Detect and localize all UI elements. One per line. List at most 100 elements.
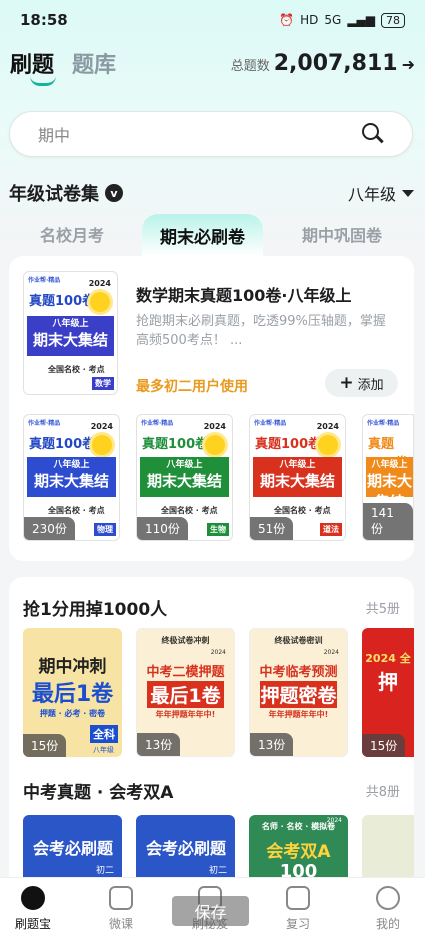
poster-line2: 最后1卷 xyxy=(31,682,114,707)
add-button[interactable]: + 添加 xyxy=(325,369,398,397)
tab-question-bank[interactable]: 题库 xyxy=(72,47,116,79)
top-header: 刷题 题库 总题数 2,007,811 ➜ xyxy=(0,40,425,86)
year-label: 2024 xyxy=(88,279,111,288)
plus-icon: + xyxy=(339,373,354,393)
search-bar[interactable]: 期中 xyxy=(9,111,413,157)
sun-icon xyxy=(205,435,225,455)
featured-card: 作业帮·精品 2024 真题100卷 八年级上 期末大集结 全国名校 · 考点 … xyxy=(9,256,414,561)
profile-icon xyxy=(376,886,400,910)
book-partial[interactable]: 作业帮·精品 真题100卷 八年级上 期末大集结 141份 xyxy=(362,414,414,541)
sub-tabs: 名校月考 期末必刷卷 期中巩固卷 xyxy=(0,214,425,256)
search-placeholder[interactable]: 期中 xyxy=(38,122,70,146)
section3-title: 中考真题 · 会考双A xyxy=(23,783,174,803)
brand-label: 作业帮·精品 xyxy=(367,420,400,427)
section2-count: 共5册 xyxy=(365,602,400,617)
search-icon[interactable] xyxy=(362,123,384,145)
subject-tag: 道法 xyxy=(320,523,342,536)
featured-title[interactable]: 数学期末真题100卷·八年级上 xyxy=(136,282,351,306)
tab-practice-treasure[interactable]: 刷题宝 xyxy=(3,886,63,932)
chevron-down-icon xyxy=(402,189,414,197)
section3-count: 共8册 xyxy=(365,785,400,800)
promo-card: 抢1分用掉1000人 共5册 期中冲刺 最后1卷 押题 · 必考 · 密卷 全科… xyxy=(9,577,414,887)
book-title: 真题100卷 xyxy=(29,294,96,309)
tab-review[interactable]: 复习 xyxy=(268,886,328,932)
section2-header[interactable]: 抢1分用掉1000人 共5册 xyxy=(23,595,400,620)
book-biology[interactable]: 作业帮·精品 2024 真题100卷 八年级上 期末大集结 全国名校 · 考点 … xyxy=(136,414,233,541)
tab-micro-lesson[interactable]: 微课 xyxy=(91,886,151,932)
poster-count: 13份 xyxy=(250,733,294,756)
tab-label: 微课 xyxy=(108,917,133,931)
cover-main: 期末大集结 xyxy=(146,472,222,490)
poster-badge-grade: 八年级 xyxy=(93,746,114,754)
poster-count: 15份 xyxy=(362,734,406,757)
poster-partial[interactable]: 2024 全 押 15份 xyxy=(362,628,414,757)
network-label: HD xyxy=(300,13,319,27)
poster-midterm-sprint[interactable]: 期中冲刺 最后1卷 押题 · 必考 · 密卷 全科 八年级 15份 xyxy=(23,628,122,757)
cover-grade: 八年级上 xyxy=(166,460,203,470)
cover-band: 八年级上 期末大集结 xyxy=(366,457,413,511)
total-questions[interactable]: 总题数 2,007,811 ➜ xyxy=(231,51,415,76)
arrow-right-icon: ➜ xyxy=(401,54,415,74)
poster-line1: 中考二模押题 xyxy=(146,665,225,680)
status-bar: 18:58 ⏰ HD 5G ▂▄▆ 78 xyxy=(0,0,425,40)
review-icon xyxy=(286,886,310,910)
subject-tag: 物理 xyxy=(94,523,116,536)
poster-year: 2024 xyxy=(323,649,339,656)
book-title: 真题100卷 xyxy=(255,437,322,452)
sun-icon xyxy=(92,435,112,455)
alarm-icon: ⏰ xyxy=(279,13,295,27)
brand-label: 作业帮·精品 xyxy=(28,420,61,427)
tab-final-exams[interactable]: 期末必刷卷 xyxy=(142,214,263,256)
cover-grade: 八年级上 xyxy=(279,460,316,470)
poster-line2: 最后1卷 xyxy=(147,681,224,708)
cover-footer: 全国名校 · 考点 xyxy=(274,506,331,515)
poster-line2: 押 xyxy=(378,670,398,694)
book-morality-law[interactable]: 作业帮·精品 2024 真题100卷 八年级上 期末大集结 全国名校 · 考点 … xyxy=(249,414,346,541)
poster-tag: 年年押题年年中! xyxy=(268,710,329,719)
poster-line1: 2024 全 xyxy=(365,652,411,665)
poster-line1: 中考临考预测 xyxy=(259,665,338,680)
tab-profile[interactable]: 我的 xyxy=(358,886,418,932)
grade-selector[interactable]: 八年级 xyxy=(348,181,414,205)
tab-monthly-exams[interactable]: 名校月考 xyxy=(40,222,104,246)
poster-count: 15份 xyxy=(23,734,67,757)
section2-title: 抢1分用掉1000人 xyxy=(23,600,168,620)
collection-title: 年级试卷集 xyxy=(9,184,99,205)
poster-pre-exam[interactable]: 终极试卷密训 2024 中考临考预测 押题密卷 年年押题年年中! 13份 xyxy=(249,628,348,757)
cover-band: 八年级上 期末大集结 xyxy=(27,457,116,497)
poster-second-mock[interactable]: 终极试卷冲刺 2024 中考二模押题 最后1卷 年年押题年年中! 13份 xyxy=(136,628,235,757)
cover-grade: 八年级上 xyxy=(53,460,90,470)
signal-icon: ▂▄▆ xyxy=(347,13,375,27)
poster-tag: 年年押题年年中! xyxy=(155,710,216,719)
clock: 18:58 xyxy=(20,11,68,29)
status-icons: ⏰ HD 5G ▂▄▆ 78 xyxy=(279,12,405,28)
poster-top: 终极试卷冲刺 xyxy=(161,636,210,645)
section3-header[interactable]: 中考真题 · 会考双A 共8册 xyxy=(23,778,400,803)
signal-label: 5G xyxy=(324,13,342,27)
cover-footer: 全国名校 · 考点 xyxy=(48,506,105,515)
vip-badge-icon: v xyxy=(105,184,123,202)
cover-band: 八年级上 期末大集结 xyxy=(140,457,229,497)
featured-book-cover[interactable]: 作业帮·精品 2024 真题100卷 八年级上 期末大集结 全国名校 · 考点 … xyxy=(23,271,118,395)
total-label: 总题数 xyxy=(230,58,270,74)
cover-footer: 全国名校 · 考点 xyxy=(48,365,105,374)
tab-midterm-exams[interactable]: 期中巩固卷 xyxy=(302,222,382,246)
cover-main: 期末大集结 xyxy=(32,331,108,349)
home-search-icon xyxy=(21,886,45,910)
poster-grade: 初二 xyxy=(95,866,114,876)
poster-count: 13份 xyxy=(137,733,181,756)
year-label: 2024 xyxy=(203,422,226,431)
tab-practice[interactable]: 刷题 xyxy=(10,47,54,79)
brand-label: 作业帮·精品 xyxy=(141,420,174,427)
book-title: 真题100卷 xyxy=(29,437,96,452)
book-physics[interactable]: 作业帮·精品 2024 真题100卷 八年级上 期末大集结 全国名校 · 考点 … xyxy=(23,414,120,541)
cover-band: 八年级上 期末大集结 xyxy=(253,457,342,497)
cover-main: 期末大集结 xyxy=(33,472,109,490)
save-toast: 保存 xyxy=(172,896,249,926)
cover-grade: 八年级上 xyxy=(371,460,408,470)
sun-icon xyxy=(318,435,338,455)
featured-description: 抢跑期末必刷真题，吃透99%压轴题，掌握高频500考点！ ... xyxy=(136,314,386,348)
year-label: 2024 xyxy=(316,422,339,431)
poster-year: 2024 xyxy=(210,649,226,656)
poster-top: 终极试卷密训 xyxy=(274,636,323,645)
